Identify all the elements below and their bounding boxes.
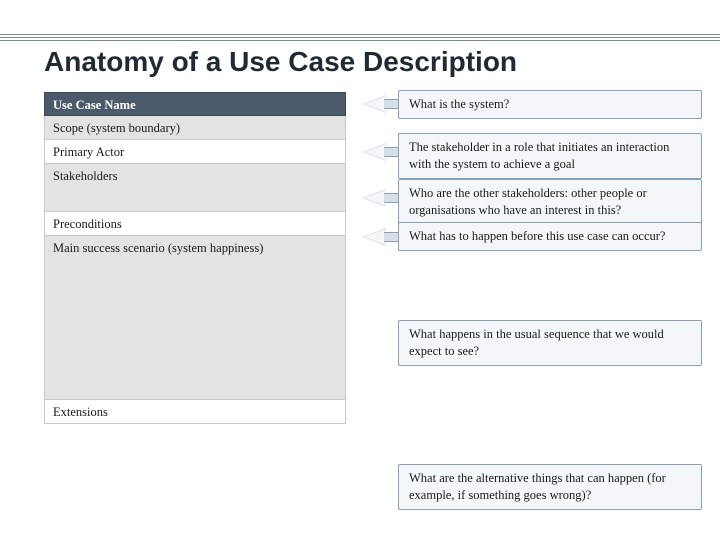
arrow-icon [362, 143, 386, 161]
arrow-icon [362, 228, 386, 246]
arrow-icon [362, 95, 386, 113]
callout-alternatives: What are the alternative things that can… [398, 464, 702, 510]
row-primary-actor: Primary Actor [44, 140, 346, 164]
header-rule [0, 34, 720, 44]
row-stakeholders: Stakeholders [44, 164, 346, 212]
row-preconditions: Preconditions [44, 212, 346, 236]
arrow-stem [384, 147, 398, 157]
callout-stakeholder-role: The stakeholder in a role that initiates… [398, 133, 702, 179]
page-title: Anatomy of a Use Case Description [44, 46, 517, 78]
arrow-stem [384, 232, 398, 242]
callout-preconditions: What has to happen before this use case … [398, 222, 702, 251]
callout-system: What is the system? [398, 90, 702, 119]
arrow-icon [362, 189, 386, 207]
row-scope: Scope (system boundary) [44, 116, 346, 140]
callout-usual-sequence: What happens in the usual sequence that … [398, 320, 702, 366]
callout-other-stakeholders: Who are the other stakeholders: other pe… [398, 179, 702, 225]
row-extensions: Extensions [44, 400, 346, 424]
arrow-stem [384, 99, 398, 109]
row-use-case-name: Use Case Name [44, 92, 346, 116]
use-case-table: Use Case Name Scope (system boundary) Pr… [44, 92, 346, 424]
row-main-success: Main success scenario (system happiness) [44, 236, 346, 400]
arrow-stem [384, 193, 398, 203]
